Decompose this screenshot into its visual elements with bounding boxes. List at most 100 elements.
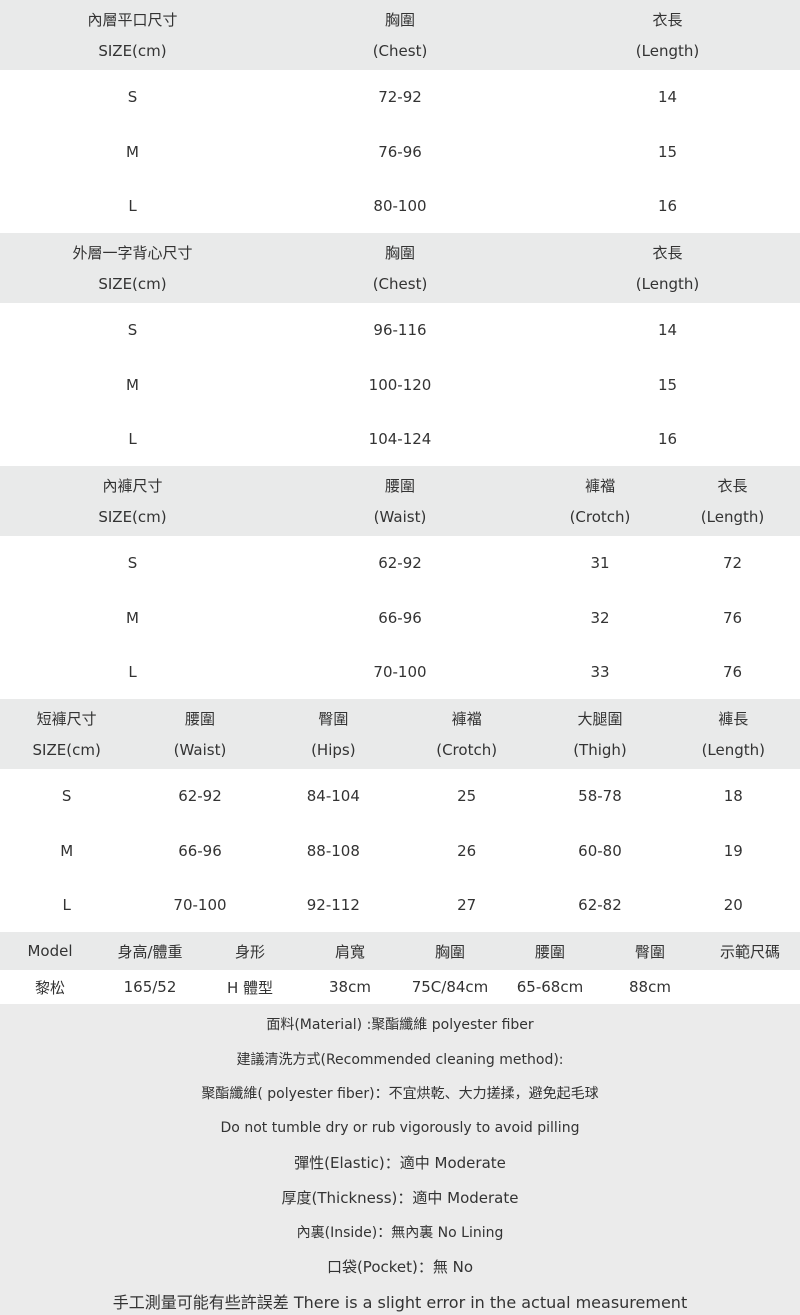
table-row: S 72-92 14 [0,70,800,125]
outer-vest-size-table: 外層一字背心尺寸 胸圍 衣長 SIZE(cm) (Chest) (Length)… [0,233,800,466]
header-cell: 腰圍 [534,942,565,961]
value-cell: 33 [590,663,610,681]
value-cell: 88cm [629,978,671,996]
pocket-note: 口袋(Pocket)：無 No [326,1257,474,1276]
size-cell: S [127,88,138,107]
header-cell: (Crotch) [569,508,631,526]
table-row: 黎松 165/52 H 體型 38cm 75C/84cm 65-68cm 88c… [0,970,800,1004]
value-cell: 76 [722,663,743,681]
value-cell: 31 [590,554,610,573]
value-cell: 88-108 [306,841,360,860]
cleaning-note-zh: 聚酯纖維( polyester fiber)：不宜烘乾、大力搓揉，避免起毛球 [201,1086,599,1103]
value-cell: 62-92 [178,787,222,806]
header-cell: SIZE(cm) [98,275,167,293]
header-cell: (Hips) [311,741,356,759]
value-cell: 15 [657,375,678,394]
header-cell: 外層一字背心尺寸 [72,243,193,262]
value-cell: H 體型 [226,978,274,997]
value-cell: 66-96 [178,841,222,860]
header-cell: 內褲尺寸 [102,476,163,495]
value-cell: 20 [723,896,743,914]
header-cell: (Chest) [372,275,428,293]
header-cell: 腰圍 [384,476,415,495]
header-cell: 肩寬 [334,942,365,961]
elastic-note: 彈性(Elastic)：適中 Moderate [294,1154,506,1173]
value-cell: 70-100 [373,663,427,681]
value-cell: 58-78 [578,787,622,806]
header-cell: 內層平口尺寸 [87,10,178,29]
table-header: 內褲尺寸 腰圍 褲襠 衣長 SIZE(cm) (Waist) (Crotch) … [0,466,800,536]
value-cell: 104-124 [368,430,432,448]
header-cell: (Crotch) [436,741,498,759]
inner-bra-size-table: 內層平口尺寸 胸圍 衣長 SIZE(cm) (Chest) (Length) S… [0,0,800,233]
value-cell: 66-96 [378,608,422,627]
value-cell: 84-104 [306,787,360,806]
header-cell: (Length) [700,508,765,526]
header-cell: 臀圍 [318,709,349,728]
value-cell: 26 [457,841,477,860]
header-cell: 大腿圍 [577,709,623,728]
header-cell: 身高/體重 [117,942,183,961]
inside-note: 內裏(Inside)：無內裏 No Lining [296,1224,504,1241]
value-cell: 70-100 [173,896,227,914]
product-notes: 面料(Material) :聚酯纖維 polyester fiber 建議清洗方… [0,1004,800,1315]
table-header: 內層平口尺寸 胸圍 衣長 SIZE(cm) (Chest) (Length) [0,0,800,70]
table-row: L 80-100 16 [0,179,800,233]
model-name: 黎松 [34,978,65,997]
shorts-size-table: 短褲尺寸 腰圍 臀圍 褲襠 大腿圍 褲長 SIZE(cm) (Waist) (H… [0,699,800,932]
value-cell: 14 [657,321,678,340]
value-cell: 18 [723,787,743,806]
value-cell: 76 [722,608,743,627]
table-row: M 100-120 15 [0,358,800,413]
value-cell: 76-96 [378,142,422,161]
size-cell: L [62,896,71,914]
value-cell: 100-120 [368,375,432,394]
size-cell: L [128,430,137,448]
size-cell: M [126,608,139,627]
cleaning-title: 建議清洗方式(Recommended cleaning method): [236,1051,564,1068]
header-cell: (Waist) [373,508,427,526]
inner-pants-size-table: 內褲尺寸 腰圍 褲襠 衣長 SIZE(cm) (Waist) (Crotch) … [0,466,800,699]
size-cell: S [127,321,138,340]
value-cell: 38cm [329,978,371,996]
header-cell: 短褲尺寸 [36,709,97,728]
value-cell: 25 [457,787,477,806]
header-cell: (Thigh) [573,741,627,759]
table-header: Model 身高/體重 身形 肩寬 胸圍 腰圍 臀圍 示範尺碼 [0,932,800,970]
header-cell: (Chest) [372,42,428,60]
value-cell: 72-92 [378,88,422,107]
header-cell: SIZE(cm) [98,42,167,60]
value-cell: 72 [722,554,743,573]
header-cell: 臀圍 [634,942,665,961]
value-cell: 60-80 [578,841,622,860]
value-cell: 16 [657,197,678,215]
size-cell: M [60,841,74,860]
model-info-table: Model 身高/體重 身形 肩寬 胸圍 腰圍 臀圍 示範尺碼 黎松 165/5… [0,932,800,1004]
value-cell: 65-68cm [516,978,584,996]
value-cell: 92-112 [306,896,360,914]
size-cell: S [127,554,138,573]
value-cell: 62-92 [378,554,422,573]
table-row: L 70-100 33 76 [0,645,800,699]
header-cell: 身形 [234,942,265,961]
value-cell: 16 [657,430,678,448]
header-cell: 衣長 [717,476,748,495]
table-header: 短褲尺寸 腰圍 臀圍 褲襠 大腿圍 褲長 SIZE(cm) (Waist) (H… [0,699,800,769]
cleaning-note-en: Do not tumble dry or rub vigorously to a… [220,1120,580,1137]
value-cell: 96-116 [373,321,427,340]
table-row: S 96-116 14 [0,303,800,358]
table-row: L 104-124 16 [0,412,800,466]
thickness-note: 厚度(Thickness)：適中 Moderate [281,1188,519,1207]
header-cell: (Waist) [173,741,227,759]
value-cell: 62-82 [578,896,622,914]
header-cell: (Length) [635,275,700,293]
value-cell: 80-100 [373,197,427,215]
header-cell: (Length) [701,741,766,759]
header-cell: 褲襠 [451,709,482,728]
header-cell: (Length) [635,42,700,60]
header-cell: 胸圍 [384,243,415,262]
header-cell: 褲長 [718,709,749,728]
header-cell: 衣長 [652,243,683,262]
table-row: M 66-96 32 76 [0,591,800,646]
value-cell: 19 [723,841,743,860]
